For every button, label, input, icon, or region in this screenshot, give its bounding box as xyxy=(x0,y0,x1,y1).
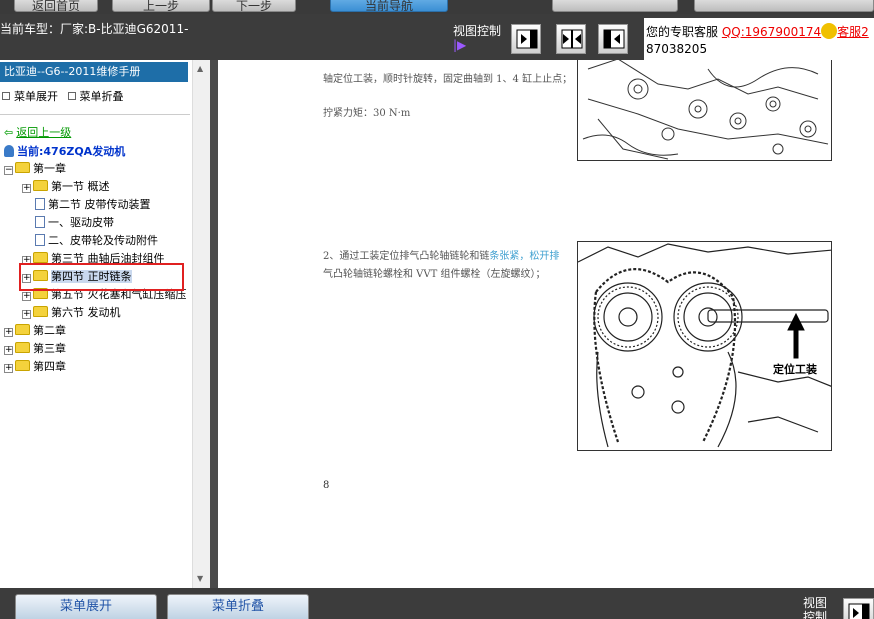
document-viewer: 轴定位工装，顺时针旋转，固定曲轴到 1、4 缸上止点； 拧紧力矩：30 N·m xyxy=(218,60,874,588)
doc-line-position: 轴定位工装，顺时针旋转，固定曲轴到 1、4 缸上止点； xyxy=(323,74,573,85)
document-icon xyxy=(35,216,45,228)
menu-expand-link[interactable]: 菜单展开 xyxy=(2,90,58,103)
tree-item-label: 第二章 xyxy=(33,324,66,337)
tree-item[interactable]: + 第三章 xyxy=(4,340,66,358)
view-split-left-button[interactable] xyxy=(598,24,628,54)
bottom-view-split-right-button[interactable] xyxy=(843,598,874,619)
scroll-up-arrow-icon[interactable]: ▲ xyxy=(197,64,203,73)
menu-collapse-label: 菜单折叠 xyxy=(79,90,124,103)
menu-operations: 菜单展开 菜单折叠 xyxy=(2,88,130,104)
folder-icon xyxy=(15,162,30,173)
current-node-label: 当前:476ZQA发动机 xyxy=(17,145,126,158)
timing-chain-figure: 定位工装 xyxy=(577,241,832,451)
folder-icon xyxy=(15,324,30,335)
tree-item[interactable]: 二、皮带轮及传动附件 xyxy=(22,232,158,250)
panel-right-icon xyxy=(516,29,538,49)
service-number: 87038205 xyxy=(646,42,708,56)
collapse-minus-icon[interactable]: − xyxy=(4,166,13,175)
menu-expand-label: 菜单展开 xyxy=(14,90,58,103)
bottom-bar: 菜单展开 菜单折叠 视图控制 xyxy=(0,588,874,619)
current-nav-button[interactable]: 当前导航 xyxy=(330,0,448,12)
panel-left-icon xyxy=(603,29,625,49)
timing-chain-drawing xyxy=(578,243,831,448)
current-car-model: 当前车型：厂家:B-比亚迪G62011- xyxy=(0,22,189,36)
tree-item[interactable]: + 第六节 发动机 xyxy=(22,304,121,322)
service-prefix: 您的专职客服 xyxy=(646,25,719,39)
app-window: 返回首页 上一步 下一步 当前导航 当前车型：厂家:B-比亚迪G62011- 视… xyxy=(0,0,874,619)
customer-service-box: 您的专职客服 QQ:1967900174 客服2 87038205 xyxy=(644,18,874,60)
doc-page-number: 8 xyxy=(323,480,330,491)
figure-label-positioning-tool: 定位工装 xyxy=(773,363,817,376)
manual-title: 比亚迪--G6--2011维修手册 xyxy=(0,62,188,82)
tree-item-label: 二、皮带轮及传动附件 xyxy=(48,234,158,247)
expand-plus-icon[interactable]: + xyxy=(4,328,13,337)
engine-drawing-1 xyxy=(582,60,829,160)
tree-item[interactable]: + 第二章 xyxy=(4,322,66,340)
doc-step2-line2: 气凸轮轴链轮螺栓和 VVT 组件螺栓（左旋螺纹）； xyxy=(323,269,546,280)
divider xyxy=(0,114,190,115)
menu-collapse-link[interactable]: 菜单折叠 xyxy=(67,90,124,103)
bottom-expand-button[interactable]: 菜单展开 xyxy=(15,594,157,619)
folder-icon xyxy=(15,360,30,371)
tree-item[interactable]: + 第一节 概述 xyxy=(22,178,110,196)
tree-scrollbar[interactable]: ▲ ▼ xyxy=(192,60,210,588)
tree-item-label: 一、驱动皮带 xyxy=(48,216,114,229)
panel-right-icon xyxy=(848,603,870,619)
service-qq-link[interactable]: QQ:1967900174 xyxy=(722,25,821,39)
doc-torque: 拧紧力矩：30 N·m xyxy=(323,108,411,119)
toolbar-button-blank[interactable] xyxy=(552,0,678,12)
current-node-icon xyxy=(4,145,14,157)
info-bar: 当前车型：厂家:B-比亚迪G62011- 视图控制 |▶ 您的专职客服 QQ:1… xyxy=(0,14,874,60)
doc-step2-part-blue: 条张紧，松开排 xyxy=(489,251,560,262)
tree-item[interactable]: + 第四章 xyxy=(4,358,66,376)
back-up-label: 返回上一级 xyxy=(16,126,72,139)
manual-tree-panel: 比亚迪--G6--2011维修手册 菜单展开 菜单折叠 ⇦ 返回上一级 当前:47… xyxy=(0,60,210,588)
expand-plus-icon[interactable]: + xyxy=(22,292,31,301)
qq-penguin-icon[interactable] xyxy=(821,23,838,39)
tree-item-label: 第二节 皮带传动装置 xyxy=(48,198,151,211)
document-icon xyxy=(35,234,45,246)
collapse-icon xyxy=(67,92,76,100)
prev-step-button[interactable]: 上一步 xyxy=(112,0,210,12)
current-node: 当前:476ZQA发动机 xyxy=(4,143,125,159)
panel-both-icon xyxy=(561,29,583,49)
toolbar-button-right[interactable] xyxy=(694,0,874,12)
tree-item-label: 第一节 概述 xyxy=(51,180,110,193)
tree-item[interactable]: 第二节 皮带传动装置 xyxy=(22,196,151,214)
panel-splitter[interactable] xyxy=(210,60,218,588)
view-control-indicator: |▶ xyxy=(453,38,467,52)
view-split-both-button[interactable] xyxy=(556,24,586,54)
engine-figure-1 xyxy=(577,60,832,161)
tree-item-label: 第三章 xyxy=(33,342,66,355)
doc-step2-line1: 2、通过工装定位排气凸轮轴链轮和链条张紧，松开排 xyxy=(323,247,559,262)
next-step-button[interactable]: 下一步 xyxy=(212,0,296,12)
folder-icon xyxy=(33,180,48,191)
scroll-down-arrow-icon[interactable]: ▼ xyxy=(197,574,203,583)
doc-step2-part-a: 2、通过工装定位排气凸轮轴链轮和链 xyxy=(323,251,490,262)
back-up-link[interactable]: ⇦ 返回上一级 xyxy=(4,124,71,140)
back-arrow-icon: ⇦ xyxy=(4,126,14,139)
home-button[interactable]: 返回首页 xyxy=(14,0,98,12)
tree-item[interactable]: − 第一章 xyxy=(4,160,66,178)
expand-plus-icon[interactable]: + xyxy=(4,346,13,355)
selection-highlight-box xyxy=(19,263,184,291)
bottom-view-control-label: 视图控制 xyxy=(803,596,828,619)
tree-item-label: 第六节 发动机 xyxy=(51,306,121,319)
expand-plus-icon[interactable]: + xyxy=(22,184,31,193)
tree-item-label: 第四章 xyxy=(33,360,66,373)
expand-icon xyxy=(2,92,10,100)
service-2-link[interactable]: 客服2 xyxy=(837,25,869,39)
bottom-collapse-button[interactable]: 菜单折叠 xyxy=(167,594,309,619)
view-split-right-button[interactable] xyxy=(511,24,541,54)
folder-icon xyxy=(33,306,48,317)
folder-icon xyxy=(33,252,48,263)
document-icon xyxy=(35,198,45,210)
top-toolbar: 返回首页 上一步 下一步 当前导航 xyxy=(0,0,874,14)
folder-icon xyxy=(15,342,30,353)
tree-item[interactable]: 一、驱动皮带 xyxy=(22,214,114,232)
tree-item-label: 第一章 xyxy=(33,162,66,175)
expand-plus-icon[interactable]: + xyxy=(4,364,13,373)
view-control-label: 视图控制 xyxy=(453,24,502,38)
expand-plus-icon[interactable]: + xyxy=(22,310,31,319)
